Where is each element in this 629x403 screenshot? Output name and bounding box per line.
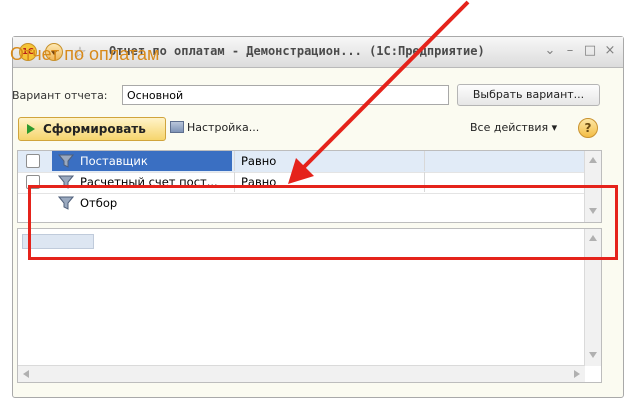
annotation-arrow-icon	[288, 0, 470, 184]
